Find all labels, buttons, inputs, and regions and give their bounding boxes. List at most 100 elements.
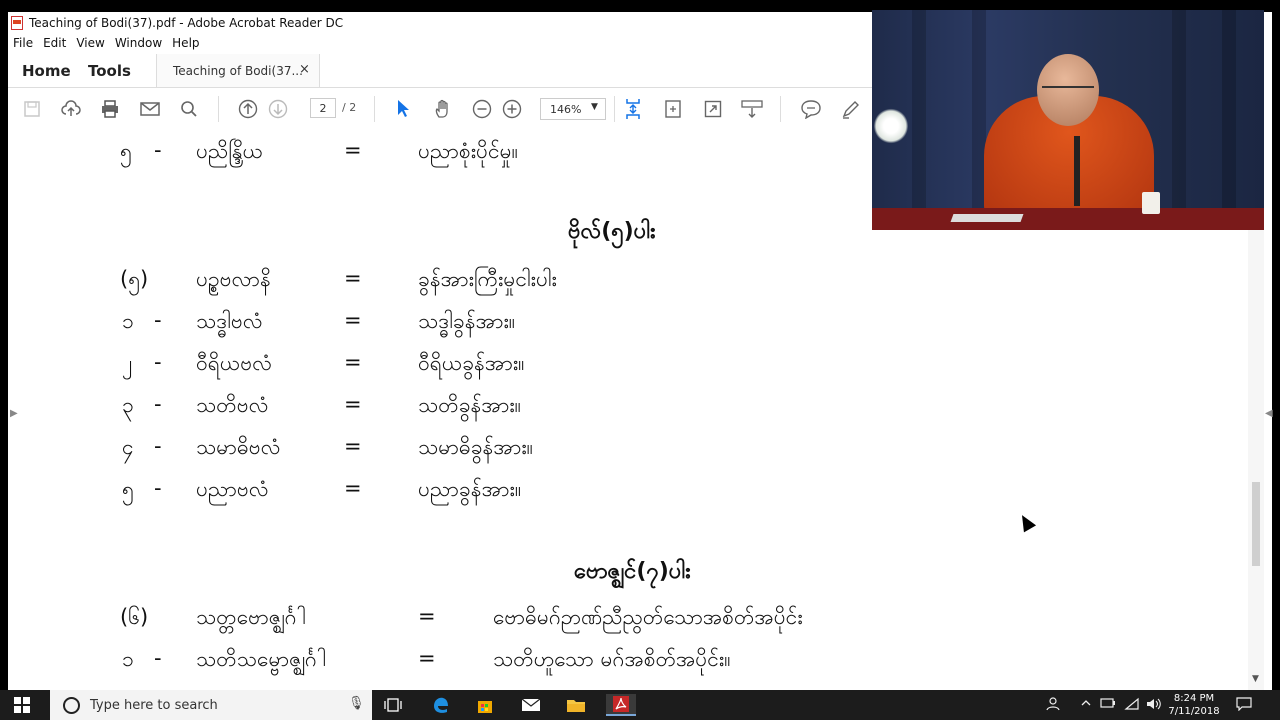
print-icon[interactable] xyxy=(99,98,121,120)
line-equals: = xyxy=(344,138,362,162)
close-tab-icon[interactable]: × xyxy=(299,62,310,77)
file-explorer-icon[interactable] xyxy=(561,694,591,716)
curtain-fold xyxy=(1222,10,1236,230)
item-number: ၄ xyxy=(122,435,134,459)
task-view-icon[interactable] xyxy=(378,694,408,716)
upload-cloud-icon[interactable] xyxy=(60,98,82,120)
scrollbar-thumb[interactable] xyxy=(1252,482,1260,566)
flower-vase xyxy=(874,108,908,144)
item-number: ၁ xyxy=(122,647,134,671)
store-icon[interactable] xyxy=(470,694,500,716)
item-meaning: သတိဟူသော မဂ်အစိတ်အပိုင်း။ xyxy=(493,647,731,671)
item-dash: - xyxy=(154,350,162,374)
next-page-icon[interactable] xyxy=(267,98,289,120)
item-meaning: ဝီရိယခွန်အား။ xyxy=(418,351,525,375)
volume-icon[interactable] xyxy=(1146,697,1162,714)
item-number: ၁ xyxy=(122,309,134,333)
toolbar-separator xyxy=(218,96,219,122)
intro-number: (၆) xyxy=(120,605,149,629)
tab-document[interactable]: Teaching of Bodi(37... × xyxy=(156,54,320,87)
email-icon[interactable] xyxy=(139,98,161,120)
menu-help[interactable]: Help xyxy=(167,34,204,52)
previous-page-icon[interactable] xyxy=(237,98,259,120)
highlight-pen-icon[interactable] xyxy=(840,98,862,120)
search-icon[interactable] xyxy=(178,98,200,120)
fit-page-icon[interactable] xyxy=(622,98,644,120)
item-meaning: သတိခွန်အား။ xyxy=(418,393,522,417)
item-dash: - xyxy=(154,308,162,332)
table-cloth xyxy=(872,208,1264,230)
chevron-up-icon[interactable] xyxy=(1080,697,1092,712)
zoom-out-icon[interactable] xyxy=(471,98,493,120)
document-tab-label: Teaching of Bodi(37... xyxy=(173,64,303,78)
item-number: ၅ xyxy=(122,477,134,501)
intro-term: သတ္တဗောဇ္ဈင်္ဂါ xyxy=(196,605,306,629)
item-number: ၂ xyxy=(122,351,133,375)
menu-edit[interactable]: Edit xyxy=(38,34,71,52)
intro-equals: = xyxy=(418,604,436,628)
tab-bar: Home Tools Teaching of Bodi(37... × xyxy=(8,54,872,88)
menu-window[interactable]: Window xyxy=(110,34,167,52)
toolbar-separator xyxy=(374,96,375,122)
window-title: Teaching of Bodi(37).pdf - Adobe Acrobat… xyxy=(29,16,344,30)
right-panel-toggle-icon[interactable]: ◀ xyxy=(1265,408,1273,419)
intro-equals: = xyxy=(344,266,362,290)
tab-tools[interactable]: Tools xyxy=(88,62,131,80)
line-meaning: ပညာစုံးပိုင်မှု။ xyxy=(418,139,519,163)
item-term: သတိဗလံ xyxy=(196,393,269,417)
line-dash: - xyxy=(154,138,162,162)
curtain-fold xyxy=(1172,10,1186,230)
system-clock[interactable]: 8:24 PM 7/11/2018 xyxy=(1164,692,1224,718)
mail-icon[interactable] xyxy=(516,694,546,716)
item-dash: - xyxy=(154,392,162,416)
item-equals: = xyxy=(344,350,362,374)
menu-file[interactable]: File xyxy=(8,34,38,52)
select-cursor-icon[interactable] xyxy=(392,98,414,120)
taskbar-search-box[interactable]: Type here to search 🎙 xyxy=(50,690,372,720)
save-icon[interactable] xyxy=(21,98,43,120)
item-equals: = xyxy=(344,392,362,416)
microphone-stand xyxy=(1074,136,1080,206)
wifi-icon[interactable] xyxy=(1124,697,1140,714)
item-meaning: သဒ္ဓါခွန်အား။ xyxy=(418,309,516,333)
line-term: ပညိန္ဒြိယ xyxy=(196,139,264,163)
full-screen-icon[interactable] xyxy=(702,98,724,120)
page-number-input[interactable]: 2 xyxy=(310,98,336,118)
section-heading: ဗောဇ္ဈင်(၇)ပါး xyxy=(574,559,691,584)
pdf-app-icon xyxy=(11,16,23,30)
notifications-icon[interactable] xyxy=(1236,697,1252,714)
microphone-icon[interactable]: 🎙 xyxy=(348,696,365,711)
search-placeholder: Type here to search xyxy=(90,698,218,713)
rotate-view-icon[interactable] xyxy=(662,98,684,120)
title-bar: Teaching of Bodi(37).pdf - Adobe Acrobat… xyxy=(8,12,872,34)
section-heading: ဗိုလ်(၅)ပါး xyxy=(568,219,656,244)
people-icon[interactable] xyxy=(1046,697,1060,714)
item-term: သမာဓိဗလံ xyxy=(196,435,281,459)
toolbar-separator xyxy=(780,96,781,122)
clock-date: 7/11/2018 xyxy=(1168,706,1220,717)
acrobat-taskbar-icon[interactable] xyxy=(606,694,636,716)
tab-home[interactable]: Home xyxy=(22,62,71,80)
edge-browser-icon[interactable] xyxy=(426,694,456,716)
battery-icon[interactable] xyxy=(1100,697,1116,712)
intro-term: ပဥ္စဗလာနိ xyxy=(196,267,271,291)
scroll-mode-icon[interactable] xyxy=(741,98,763,120)
item-equals: = xyxy=(344,308,362,332)
zoom-level-dropdown[interactable]: 146% ▼ xyxy=(540,98,606,120)
hand-tool-icon[interactable] xyxy=(432,98,454,120)
scroll-down-arrow-icon[interactable]: ▼ xyxy=(1252,674,1259,684)
cortana-circle-icon xyxy=(63,697,80,714)
item-dash: - xyxy=(154,646,162,670)
comment-icon[interactable] xyxy=(800,98,822,120)
menu-bar: File Edit View Window Help xyxy=(8,34,872,53)
papers-on-table xyxy=(950,214,1024,222)
item-term: ဝီရိယဗလံ xyxy=(196,351,272,375)
item-meaning: ပညာခွန်အား။ xyxy=(418,477,522,501)
menu-view[interactable]: View xyxy=(71,34,109,52)
left-panel-toggle-icon[interactable]: ▶ xyxy=(10,408,18,419)
curtain-fold xyxy=(912,10,926,230)
item-term: သဒ္ဓါဗလံ xyxy=(196,309,263,333)
zoom-in-icon[interactable] xyxy=(501,98,523,120)
start-windows-icon[interactable] xyxy=(14,697,30,713)
speaker-glasses xyxy=(1042,86,1094,94)
